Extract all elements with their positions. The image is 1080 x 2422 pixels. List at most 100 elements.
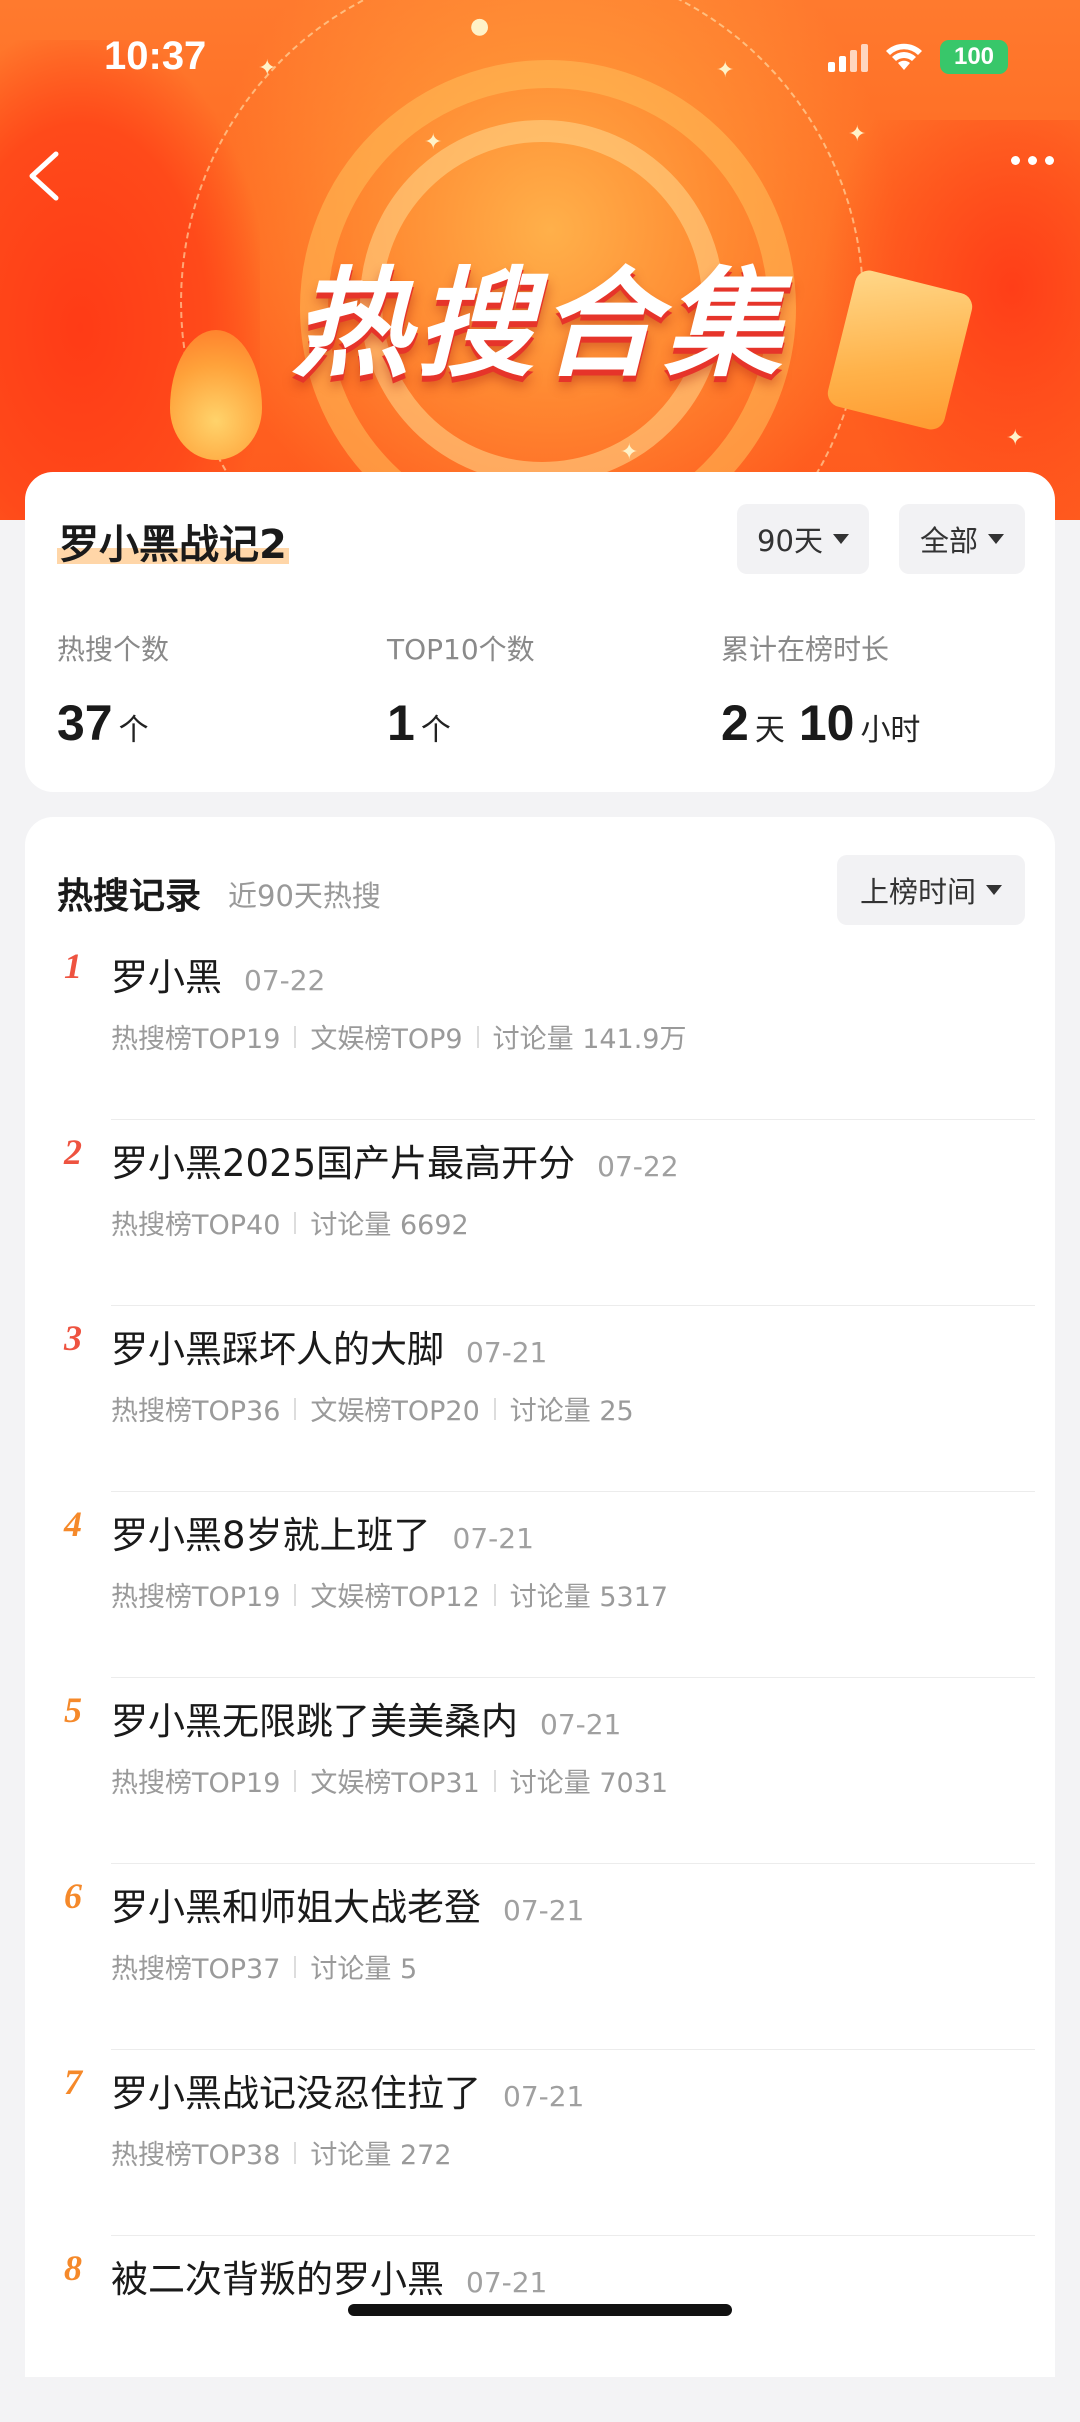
record-title: 罗小黑8岁就上班了: [111, 1514, 431, 1557]
record-meta-item: 讨论量 7031: [509, 1768, 669, 1799]
record-meta-item: 文娱榜TOP9: [310, 1024, 463, 1055]
meta-separator: [493, 1583, 496, 1606]
stat-unit: 个: [118, 713, 149, 748]
meta-separator: [294, 1025, 297, 1048]
stat-top10-count: TOP10个数 1 个: [387, 628, 535, 752]
days-filter-label: 90天: [757, 524, 823, 558]
record-title: 罗小黑2025国产片最高开分: [111, 1142, 576, 1185]
home-indicator: [348, 2304, 732, 2316]
record-meta-item: 讨论量 5: [310, 1954, 418, 1985]
stat-value-hours: 10: [798, 695, 855, 751]
record-rank: 7: [64, 2062, 82, 2102]
sparkle-icon: ✦: [1006, 426, 1025, 451]
record-item[interactable]: 2 罗小黑2025国产片最高开分 07-22 热搜榜TOP40 讨论量 6692: [25, 1121, 1055, 1306]
record-date: 07-21: [452, 1522, 534, 1555]
stat-label: TOP10个数: [387, 633, 535, 666]
stat-value: 1: [387, 695, 415, 751]
record-title: 罗小黑无限跳了美美桑内: [111, 1700, 518, 1743]
record-rank: 1: [64, 946, 82, 986]
record-meta: 热搜榜TOP37 讨论量 5: [111, 1947, 417, 1986]
record-date: 07-22: [244, 964, 326, 997]
row-divider: [111, 1305, 1035, 1306]
record-meta-item: 讨论量 25: [509, 1396, 634, 1427]
stat-total-duration: 累计在榜时长 2 天 10 小时: [721, 628, 920, 752]
meta-separator: [493, 1769, 496, 1792]
row-divider: [111, 1491, 1035, 1492]
record-item[interactable]: 7 罗小黑战记没忍住拉了 07-21 热搜榜TOP38 讨论量 272: [25, 2051, 1055, 2236]
record-date: 07-21: [503, 2080, 585, 2113]
record-date: 07-21: [466, 2266, 548, 2299]
stat-hot-count: 热搜个数 37 个: [57, 628, 169, 752]
more-icon[interactable]: [1011, 156, 1054, 165]
record-meta-item: 热搜榜TOP36: [111, 1396, 281, 1427]
sparkle-icon: ●: [470, 14, 490, 39]
record-heading: 罗小黑无限跳了美美桑内 07-21: [111, 1691, 621, 1745]
record-rank: 3: [64, 1318, 82, 1358]
record-title: 罗小黑踩坏人的大脚: [111, 1328, 444, 1371]
record-rank: 4: [64, 1504, 82, 1544]
cellular-signal-icon: [828, 42, 868, 72]
record-item[interactable]: 5 罗小黑无限跳了美美桑内 07-21 热搜榜TOP19 文娱榜TOP31 讨论量 703…: [25, 1679, 1055, 1864]
record-rank: 5: [64, 1690, 82, 1730]
stat-label: 热搜个数: [57, 633, 170, 666]
record-meta-item: 热搜榜TOP40: [111, 1210, 281, 1241]
meta-separator: [294, 1769, 297, 1792]
record-heading: 罗小黑和师姐大战老登 07-21: [111, 1877, 584, 1931]
stat-label: 累计在榜时长: [721, 633, 890, 666]
record-item[interactable]: 3 罗小黑踩坏人的大脚 07-21 热搜榜TOP36 文娱榜TOP20 讨论量 25: [25, 1307, 1055, 1492]
record-item[interactable]: 8 被二次背叛的罗小黑 07-21: [25, 2237, 1055, 2422]
record-date: 07-21: [503, 1894, 585, 1927]
record-item[interactable]: 1 罗小黑 07-22 热搜榜TOP19 文娱榜TOP9 讨论量 141.9万: [25, 935, 1055, 1120]
record-meta: 热搜榜TOP19 文娱榜TOP9 讨论量 141.9万: [111, 1017, 687, 1056]
record-meta-item: 讨论量 5317: [509, 1582, 669, 1613]
record-meta: 热搜榜TOP38 讨论量 272: [111, 2133, 452, 2172]
record-meta-item: 热搜榜TOP19: [111, 1024, 281, 1055]
meta-separator: [294, 1397, 297, 1420]
record-title: 罗小黑: [111, 956, 222, 999]
record-item[interactable]: 6 罗小黑和师姐大战老登 07-21 热搜榜TOP37 讨论量 5: [25, 1865, 1055, 2050]
record-meta: 热搜榜TOP19 文娱榜TOP12 讨论量 5317: [111, 1575, 668, 1614]
record-heading: 被二次背叛的罗小黑 07-21: [111, 2249, 547, 2303]
stat-unit: 个: [420, 713, 451, 748]
record-rank: 8: [64, 2248, 82, 2288]
records-subtitle: 近90天热搜: [228, 879, 381, 913]
sparkle-icon: ✦: [620, 440, 639, 465]
sort-dropdown[interactable]: 上榜时间: [837, 855, 1025, 925]
record-meta-item: 文娱榜TOP20: [310, 1396, 480, 1427]
record-meta-item: 讨论量 272: [310, 2140, 452, 2171]
caret-down-icon: [986, 885, 1002, 895]
record-rank: 2: [64, 1132, 82, 1172]
record-date: 07-21: [466, 1336, 548, 1369]
battery-icon: 100: [940, 40, 1008, 74]
meta-separator: [476, 1025, 479, 1048]
record-meta-item: 文娱榜TOP12: [310, 1582, 480, 1613]
row-divider: [111, 2235, 1035, 2236]
record-meta-item: 文娱榜TOP31: [310, 1768, 480, 1799]
record-meta: 热搜榜TOP19 文娱榜TOP31 讨论量 7031: [111, 1761, 668, 1800]
days-filter-dropdown[interactable]: 90天: [737, 504, 869, 574]
record-meta-item: 热搜榜TOP19: [111, 1582, 281, 1613]
sparkle-icon: ✦: [258, 56, 277, 81]
record-meta-item: 热搜榜TOP19: [111, 1768, 281, 1799]
record-heading: 罗小黑战记没忍住拉了 07-21: [111, 2063, 584, 2117]
record-item[interactable]: 4 罗小黑8岁就上班了 07-21 热搜榜TOP19 文娱榜TOP12 讨论量 5317: [25, 1493, 1055, 1678]
record-meta-item: 热搜榜TOP37: [111, 1954, 281, 1985]
back-icon[interactable]: [20, 146, 70, 206]
scope-filter-dropdown[interactable]: 全部: [899, 504, 1025, 574]
status-icons: 100: [828, 40, 1008, 74]
record-meta-item: 讨论量 141.9万: [492, 1024, 687, 1055]
records-title: 热搜记录: [57, 876, 202, 917]
row-divider: [111, 1677, 1035, 1678]
summary-card: 罗小黑战记2 90天 全部 热搜个数 37 个 TOP10个数 1 个 累计在榜…: [25, 472, 1055, 792]
sparkle-icon: ✦: [848, 122, 867, 147]
meta-separator: [294, 1211, 297, 1234]
records-card: 热搜记录 近90天热搜 上榜时间 1 罗小黑 07-22 热搜榜TOP19 文娱榜TOP…: [25, 817, 1055, 2377]
sparkle-icon: ✦: [424, 130, 443, 155]
record-meta: 热搜榜TOP40 讨论量 6692: [111, 1203, 469, 1242]
record-heading: 罗小黑8岁就上班了 07-21: [111, 1505, 534, 1559]
row-divider: [111, 2049, 1035, 2050]
record-date: 07-21: [540, 1708, 622, 1741]
header-banner: ✦ ● ✦ ✦ ✦ ✦ ✦ 热搜合集 10:37 100: [0, 0, 1080, 520]
stat-value: 37: [57, 695, 113, 751]
scope-filter-label: 全部: [919, 524, 978, 558]
